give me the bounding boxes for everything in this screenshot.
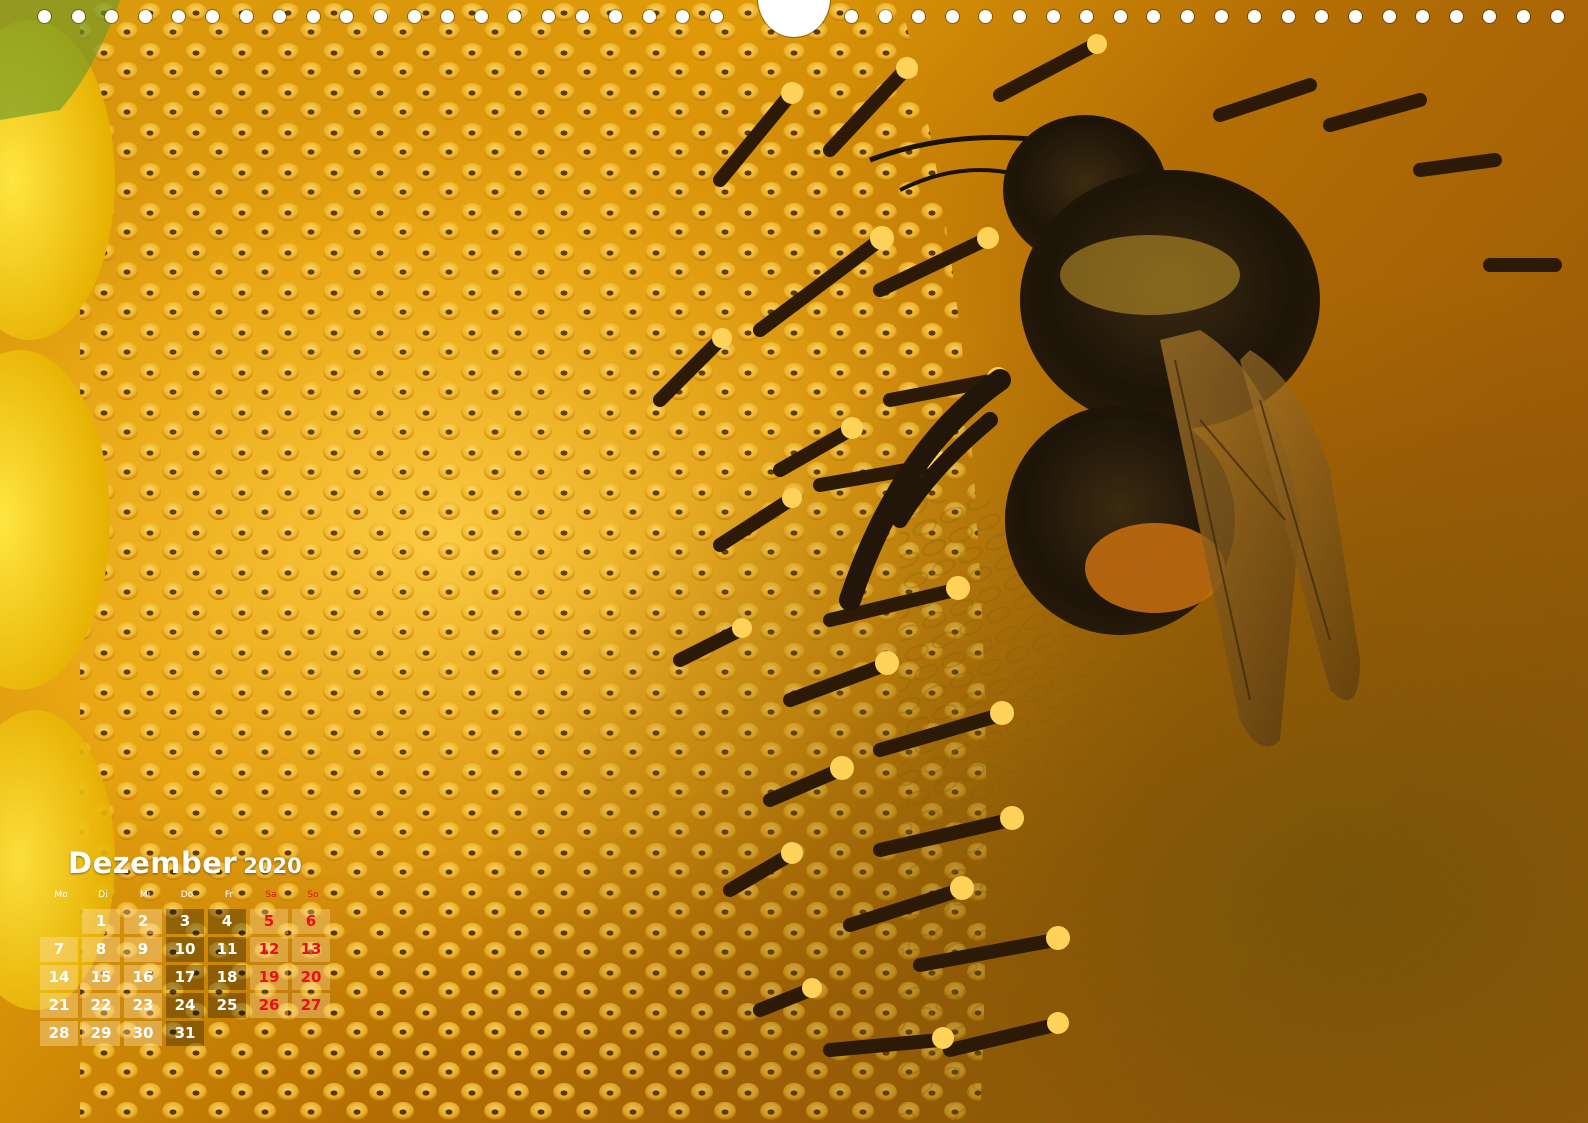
- binding-hole: [643, 10, 656, 23]
- day-cell: 9: [124, 937, 162, 962]
- calendar-title: Dezember 2020: [68, 846, 302, 880]
- binding-hole: [441, 10, 454, 23]
- binding-hole: [38, 10, 51, 23]
- binding-hole: [1013, 10, 1026, 23]
- binding-hole: [710, 10, 723, 23]
- weekday-label: Mo: [54, 890, 68, 900]
- day-cell: 15: [82, 965, 120, 990]
- day-cell: 10: [166, 937, 204, 962]
- day-cell: 1: [82, 909, 120, 934]
- day-cell: 14: [40, 965, 78, 990]
- binding-hole: [273, 10, 286, 23]
- day-cell: 3: [166, 909, 204, 934]
- binding-hole: [340, 10, 353, 23]
- binding-hole: [609, 10, 622, 23]
- day-cell: 22: [82, 993, 120, 1018]
- binding-hole: [676, 10, 689, 23]
- binding-hole: [1551, 10, 1564, 23]
- day-cell: 21: [40, 993, 78, 1018]
- binding-hole: [1349, 10, 1362, 23]
- day-cell: 6: [292, 909, 330, 934]
- binding-hole: [879, 10, 892, 23]
- day-cell: 29: [82, 1021, 120, 1046]
- binding-hole: [1282, 10, 1295, 23]
- day-cell: 28: [40, 1021, 78, 1046]
- day-cell: 11: [208, 937, 246, 962]
- calendar-year: 2020: [243, 854, 302, 878]
- binding-holes: [0, 0, 1588, 40]
- binding-hole: [475, 10, 488, 23]
- binding-hole: [1114, 10, 1127, 23]
- binding-hole: [1080, 10, 1093, 23]
- day-cell: 20: [292, 965, 330, 990]
- binding-hole: [1450, 10, 1463, 23]
- weekday-label: So: [307, 890, 319, 900]
- weekday-label: Mi: [139, 890, 151, 900]
- weekday-label: Di: [98, 890, 108, 900]
- binding-hole: [979, 10, 992, 23]
- binding-hole: [139, 10, 152, 23]
- binding-hole: [307, 10, 320, 23]
- binding-hole: [105, 10, 118, 23]
- binding-hole: [912, 10, 925, 23]
- calendar-month: Dezember: [68, 846, 238, 880]
- weekday-header-row: Mo Di Mi Do Fr Sa So: [40, 890, 334, 904]
- day-cell: 31: [166, 1021, 204, 1046]
- day-cell: 30: [124, 1021, 162, 1046]
- binding-hole: [408, 10, 421, 23]
- binding-hole: [508, 10, 521, 23]
- binding-hole: [172, 10, 185, 23]
- day-cell: 27: [292, 993, 330, 1018]
- binding-hole: [1181, 10, 1194, 23]
- day-grid: 1 2 3 4 5 6 7 8 9 10 11 12 13 14 15 16 17 18 19 20 21 22 23 24 2…: [40, 909, 334, 1049]
- day-cell: 12: [250, 937, 288, 962]
- binding-hole: [374, 10, 387, 23]
- hanger-cutout: [758, 0, 830, 37]
- binding-hole: [1047, 10, 1060, 23]
- binding-hole: [72, 10, 85, 23]
- binding-hole: [1315, 10, 1328, 23]
- binding-hole: [1383, 10, 1396, 23]
- weekday-label: Do: [180, 890, 194, 900]
- weekday-label: Sa: [265, 890, 277, 900]
- day-cell: 26: [250, 993, 288, 1018]
- day-cell: 7: [40, 937, 78, 962]
- binding-hole: [1215, 10, 1228, 23]
- day-cell: 4: [208, 909, 246, 934]
- day-cell: 5: [250, 909, 288, 934]
- calendar-page: Dezember 2020 Mo Di Mi Do Fr Sa So 1 2 3 4 5 6 7 8 9 10 1…: [0, 0, 1588, 1123]
- day-cell: 13: [292, 937, 330, 962]
- binding-hole: [1416, 10, 1429, 23]
- binding-hole: [1248, 10, 1261, 23]
- binding-hole: [206, 10, 219, 23]
- binding-hole: [1483, 10, 1496, 23]
- binding-hole: [576, 10, 589, 23]
- day-cell: 8: [82, 937, 120, 962]
- day-cell: 18: [208, 965, 246, 990]
- day-cell: 24: [166, 993, 204, 1018]
- binding-hole: [542, 10, 555, 23]
- binding-hole: [946, 10, 959, 23]
- day-cell: 23: [124, 993, 162, 1018]
- binding-hole: [240, 10, 253, 23]
- day-cell: 19: [250, 965, 288, 990]
- day-cell: 2: [124, 909, 162, 934]
- day-cell: 25: [208, 993, 246, 1018]
- weekday-label: Fr: [224, 890, 234, 900]
- day-cell: 17: [166, 965, 204, 990]
- binding-hole: [1517, 10, 1530, 23]
- binding-hole: [845, 10, 858, 23]
- binding-hole: [1147, 10, 1160, 23]
- day-cell: 16: [124, 965, 162, 990]
